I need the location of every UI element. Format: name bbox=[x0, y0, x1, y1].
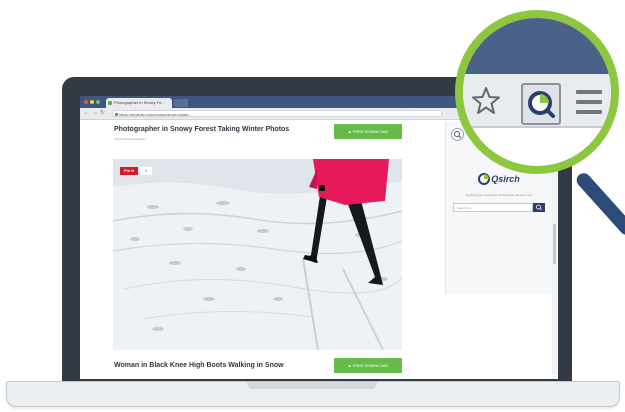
magnified-tab-bar bbox=[463, 18, 611, 74]
pin-count: 0 bbox=[140, 167, 152, 175]
qsirch-search-icon[interactable] bbox=[451, 128, 464, 141]
qsirch-extension-glyph bbox=[528, 91, 555, 118]
search-icon bbox=[536, 204, 542, 211]
url-field[interactable]: https://pixabay.com/photos/snow-winter-.… bbox=[112, 110, 442, 117]
snow-photo[interactable]: Pin it 0 bbox=[113, 159, 402, 350]
free-download-button-2[interactable]: ▲ FREE DOWNLOAD bbox=[334, 358, 402, 373]
lock-icon bbox=[115, 113, 118, 116]
close-window-dot[interactable] bbox=[84, 100, 88, 104]
new-tab-button[interactable] bbox=[174, 99, 188, 107]
item-title-2[interactable]: Woman in Black Knee High Boots Walking i… bbox=[114, 362, 284, 369]
search-input[interactable]: Search for... bbox=[453, 203, 533, 212]
free-download-button-1[interactable]: ▲ FREE DOWNLOAD bbox=[334, 124, 402, 139]
tab-title: Photographer in Snowy Fo... bbox=[114, 100, 165, 105]
maximize-window-dot[interactable] bbox=[96, 100, 100, 104]
qsirch-logo-text: Qsirch bbox=[491, 173, 520, 184]
pin-it-button[interactable]: Pin it bbox=[120, 167, 138, 175]
snow-scene-image bbox=[113, 159, 402, 350]
qsirch-logo-icon bbox=[478, 172, 491, 185]
favicon-icon bbox=[108, 101, 112, 105]
star-icon[interactable] bbox=[471, 86, 501, 116]
url-text: https://pixabay.com/photos/snow-winter-.… bbox=[119, 112, 194, 117]
search-button[interactable] bbox=[533, 203, 545, 212]
reload-icon[interactable]: ↻ bbox=[100, 110, 105, 117]
laptop-base bbox=[6, 381, 620, 407]
magnifier-icon bbox=[455, 10, 619, 174]
back-arrow-icon[interactable]: ← bbox=[84, 110, 90, 117]
qsirch-tagline: Anything you remember will bring the pho… bbox=[465, 193, 533, 197]
item-meta-1: 4 Free Photos Available bbox=[114, 137, 146, 141]
menu-icon[interactable] bbox=[576, 90, 602, 114]
scrollbar-thumb[interactable] bbox=[553, 224, 556, 264]
qsirch-extension-icon[interactable] bbox=[521, 83, 561, 125]
forward-arrow-icon[interactable]: → bbox=[92, 110, 98, 117]
laptop-notch bbox=[247, 382, 377, 389]
item-title-1[interactable]: Photographer in Snowy Forest Taking Wint… bbox=[114, 126, 289, 133]
magnifier-handle bbox=[573, 170, 625, 238]
browser-tab[interactable]: Photographer in Snowy Fo... bbox=[106, 98, 172, 108]
minimize-window-dot[interactable] bbox=[90, 100, 94, 104]
